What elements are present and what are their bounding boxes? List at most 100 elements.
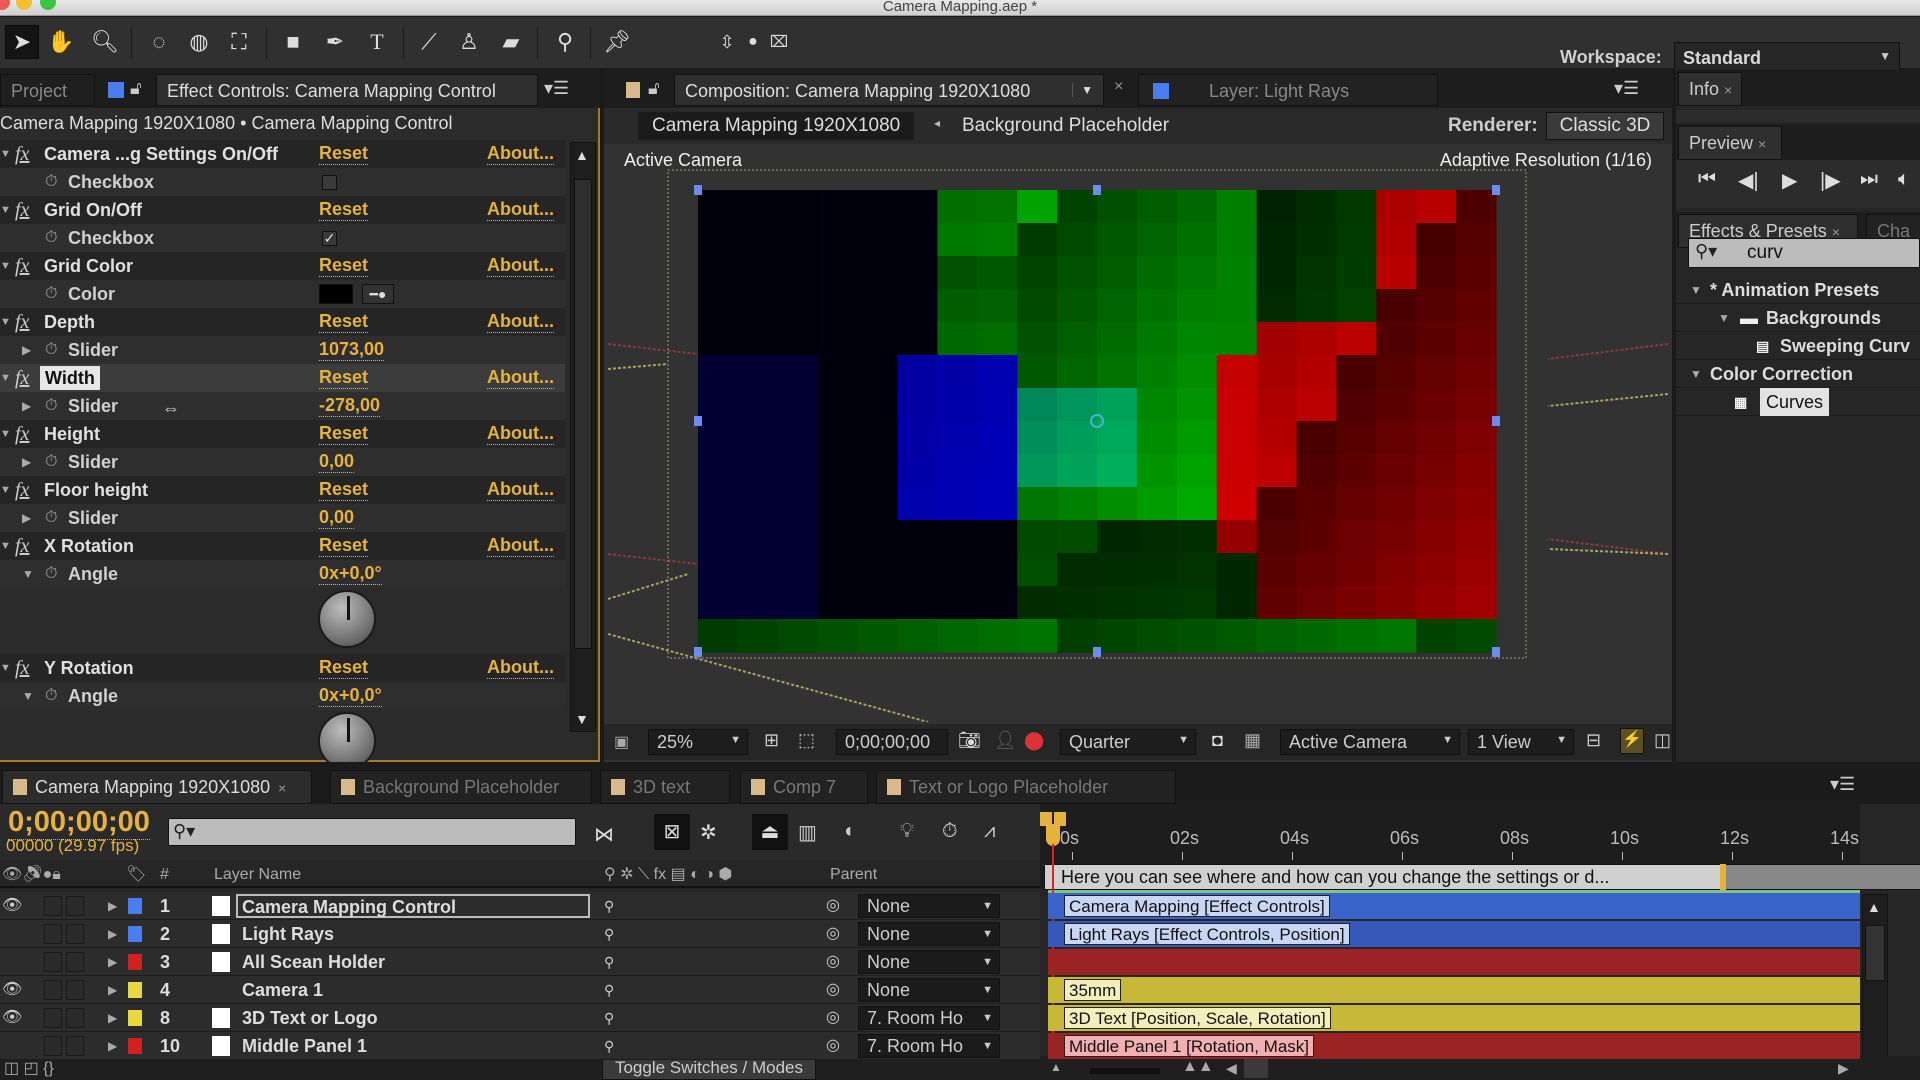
stopwatch-icon[interactable]: ⏱ xyxy=(45,504,57,532)
shy-switch-icon[interactable]: ⚲ xyxy=(604,920,614,948)
scroll-up-icon[interactable]: ▲ xyxy=(1867,899,1881,915)
about-link[interactable]: About... xyxy=(487,198,554,221)
rotation-tool-icon[interactable]: ◌ xyxy=(142,25,176,59)
parameter-value[interactable]: 0,00 xyxy=(319,506,355,529)
expand-triangle-icon[interactable]: ▶ xyxy=(108,920,117,948)
stopwatch-icon[interactable]: ⏱ xyxy=(45,682,57,710)
layer-duration-bar[interactable]: 35mm xyxy=(1048,977,1860,1003)
fx-toggle-icon[interactable]: fx xyxy=(15,252,29,280)
current-time-display[interactable]: 0;00;00;00 xyxy=(8,806,150,840)
channel-icon[interactable]: ⬤ xyxy=(1024,730,1044,751)
visibility-eye-icon[interactable]: 👁︎ xyxy=(2,976,22,1004)
layer-name[interactable]: Light Rays xyxy=(236,920,334,948)
playhead[interactable] xyxy=(1046,824,1060,846)
stopwatch-icon[interactable]: ⏱ xyxy=(45,336,57,364)
solo-toggle[interactable] xyxy=(44,924,62,944)
current-time-field[interactable]: 0;00;00;00 xyxy=(836,729,948,755)
expand-triangle-icon[interactable]: ▶ xyxy=(22,448,31,476)
label-color-swatch[interactable] xyxy=(128,898,142,914)
solo-toggle[interactable] xyxy=(44,1036,62,1056)
effect-header[interactable]: ▼ fx Camera ...g Settings On/Off Reset About… xyxy=(0,140,565,168)
graph-editor-icon[interactable]: ⩘ xyxy=(984,820,995,843)
pick-whip-icon[interactable]: ◎ xyxy=(826,948,840,976)
layer-duration-bar[interactable]: Light Rays [Effect Controls, Position] xyxy=(1048,921,1860,947)
lock-toggle[interactable] xyxy=(66,1036,84,1056)
scroll-left-icon[interactable]: ◀ xyxy=(1226,1060,1237,1077)
parameter-value[interactable]: 0x+0,0° xyxy=(319,562,382,585)
expand-triangle-icon[interactable]: ▼ xyxy=(22,560,34,588)
about-link[interactable]: About... xyxy=(487,310,554,333)
pick-whip-icon[interactable]: ◎ xyxy=(826,976,840,1004)
fx-toggle-icon[interactable]: fx xyxy=(15,140,29,168)
timeline-icon[interactable]: ◫ xyxy=(1654,730,1671,751)
layer-row[interactable]: ▶ 2 Light Rays ⚲ ◎ None ▼ xyxy=(0,920,1040,948)
expand-triangle-icon[interactable]: ▼ xyxy=(1718,304,1730,332)
zoom-out-icon[interactable]: ▲ xyxy=(1050,1060,1062,1074)
scroll-down-icon[interactable]: ▼ xyxy=(575,711,589,727)
tab-layer-light-rays[interactable]: Layer: Light Rays xyxy=(1138,74,1438,106)
tab-project[interactable]: Project xyxy=(0,74,95,106)
always-preview-icon[interactable]: ▣ xyxy=(614,732,629,752)
layer-row[interactable]: 👁︎ ▶ 8 3D Text or Logo ⚲ ◎ 7. Room Ho ▼ xyxy=(0,1004,1040,1032)
about-link[interactable]: About... xyxy=(487,656,554,679)
layer-name[interactable]: Camera 1 xyxy=(236,976,323,1004)
draft-3d-icon[interactable]: ⊠ xyxy=(654,814,690,850)
composition-viewer[interactable]: Active Camera Adaptive Resolution (1/16) xyxy=(608,144,1668,722)
stopwatch-icon[interactable]: ⏱ xyxy=(45,560,57,588)
label-color-swatch[interactable] xyxy=(128,1010,142,1026)
reset-link[interactable]: Reset xyxy=(319,254,369,277)
effect-header[interactable]: ▼ fx Floor height Reset About... xyxy=(0,476,565,504)
parameter-value[interactable]: 1073,00 xyxy=(319,338,385,361)
fx-toggle-icon[interactable]: fx xyxy=(15,420,29,448)
about-link[interactable]: About... xyxy=(487,254,554,277)
expand-triangle-icon[interactable]: ▶ xyxy=(108,976,117,1004)
layer-name[interactable]: Camera Mapping Control xyxy=(236,894,590,918)
effects-search-input[interactable]: ⚲▾ curv xyxy=(1688,238,1920,268)
fx-toggle-icon[interactable]: fx xyxy=(15,196,29,224)
previous-frame-icon[interactable]: ◀︎| xyxy=(1738,168,1759,193)
transparency-grid-icon[interactable]: ▦ xyxy=(1244,730,1261,751)
shy-switch-icon[interactable]: ⚲ xyxy=(604,1032,614,1060)
lock-toggle[interactable] xyxy=(66,924,84,944)
solo-toggle[interactable] xyxy=(44,980,62,1000)
about-link[interactable]: About... xyxy=(487,142,554,165)
flowchart-current-comp[interactable]: Camera Mapping 1920X1080 xyxy=(638,112,915,140)
layer-name[interactable]: All Scean Holder xyxy=(236,948,385,976)
visibility-eye-icon[interactable]: 👁︎ xyxy=(2,892,22,920)
expand-triangle-icon[interactable]: ▼ xyxy=(1690,276,1702,304)
fx-toggle-icon[interactable]: fx xyxy=(15,308,29,336)
last-frame-icon[interactable]: ⏭ xyxy=(1860,168,1878,191)
expand-triangle-icon[interactable]: ▼ xyxy=(0,140,11,168)
expand-triangle-icon[interactable]: ▼ xyxy=(0,420,11,448)
about-link[interactable]: About... xyxy=(487,478,554,501)
track-camera-tool-icon[interactable]: ⛶ xyxy=(222,25,256,59)
layer-row[interactable]: 👁︎ ▶ 4 Camera 1 ⚲ ◎ None ▼ xyxy=(0,976,1040,1004)
angle-dial[interactable] xyxy=(318,712,376,762)
timeline-tab[interactable]: Comp 7 xyxy=(740,770,868,804)
fx-toggle-icon[interactable]: fx xyxy=(15,654,29,682)
brainstorm-icon[interactable]: 💡︎ xyxy=(900,820,914,843)
effects-tree-item[interactable]: ▼ ▬ Backgrounds xyxy=(1676,304,1920,332)
hide-shy-layers-icon[interactable]: ⏏ xyxy=(752,814,788,850)
timeline-tab[interactable]: 3D text xyxy=(600,770,730,804)
rectangle-tool-icon[interactable]: ■ xyxy=(276,25,310,59)
fx-toggle-icon[interactable]: fx xyxy=(15,364,29,392)
stopwatch-icon[interactable]: ⏱ xyxy=(45,168,57,196)
audio-icon[interactable]: 🔈︎ xyxy=(1898,168,1910,191)
color-swatch[interactable] xyxy=(319,284,353,304)
effects-tree-item[interactable]: ▤ Sweeping Curv xyxy=(1676,332,1920,360)
lock-toggle[interactable] xyxy=(66,952,84,972)
fx-toggle-icon[interactable]: fx xyxy=(15,532,29,560)
work-area-end-marker[interactable] xyxy=(1720,864,1726,890)
pick-whip-icon[interactable]: ◎ xyxy=(826,1004,840,1032)
view-layout-select[interactable]: 1 View ▼ xyxy=(1468,729,1574,755)
expand-triangle-icon[interactable]: ▼ xyxy=(0,654,11,682)
roto-brush-tool-icon[interactable]: ⚲ xyxy=(548,25,582,59)
reset-link[interactable]: Reset xyxy=(319,422,369,445)
expand-triangle-icon[interactable]: ▼ xyxy=(0,196,11,224)
expand-triangle-icon[interactable]: ▶ xyxy=(108,948,117,976)
solo-toggle[interactable] xyxy=(44,1008,62,1028)
snapshot-icon[interactable]: 📷︎ xyxy=(958,730,981,751)
eyedropper-icon[interactable]: ━● xyxy=(362,284,394,304)
tab-composition[interactable]: Composition: Camera Mapping 1920X1080 ▼ xyxy=(674,74,1104,106)
